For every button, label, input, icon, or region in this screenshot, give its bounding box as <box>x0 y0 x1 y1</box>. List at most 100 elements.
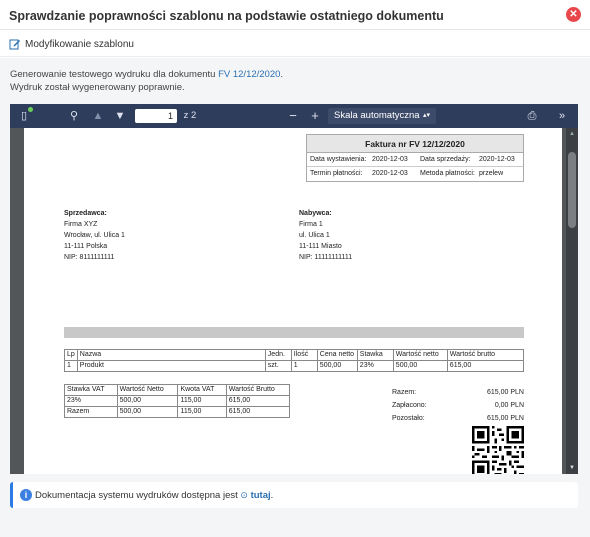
close-icon[interactable]: ✕ <box>566 7 581 22</box>
cell: 500,00 <box>116 406 179 418</box>
summary-value: 615,00 PLN <box>487 389 524 396</box>
cell: 1 <box>290 360 318 372</box>
document-link[interactable]: FV 12/12/2020 <box>218 69 280 80</box>
summary-row: Pozostało: 615,00 PLN <box>392 412 524 425</box>
buyer-city: 11-111 Miasto <box>299 243 342 250</box>
zoom-label: Skala automatyczna <box>334 110 420 121</box>
col-header: Stawka <box>356 349 394 361</box>
issue-date: 2020-12-03 <box>372 156 408 163</box>
seller-street: Wrocław, ul. Ulica 1 <box>64 232 125 239</box>
col-header: Nazwa <box>76 349 266 361</box>
summary-value: 615,00 PLN <box>487 415 524 422</box>
cell: 115,00 <box>177 395 227 407</box>
cell: 115,00 <box>177 406 227 418</box>
buyer-name: Firma 1 <box>299 221 323 228</box>
buyer-nip: NIP: 11111111111 <box>299 254 353 261</box>
summary-row: Razem: 615,00 PLN <box>392 386 524 399</box>
summary-label: Razem: <box>392 389 417 396</box>
table-row: Razem 500,00 115,00 615,00 <box>64 406 291 418</box>
payment-term: 2020-12-03 <box>372 170 408 177</box>
items-header-row: Lp Nazwa Jedn. Ilość Cena netto Stawka W… <box>64 349 525 361</box>
cell: 1 <box>64 360 78 372</box>
summary-row: Zapłacono: 0,00 PLN <box>392 399 524 412</box>
table-row: 1 Produkt szt. 1 500,00 23% 500,00 615,0… <box>64 360 525 372</box>
page-total: z 2 <box>183 110 197 121</box>
notice-text: Dokumentacja systemu wydruków dostępna j… <box>35 490 238 501</box>
seller-name: Firma XYZ <box>64 221 98 228</box>
pdf-scrollbar[interactable]: ▲ ▼ <box>566 128 578 474</box>
sale-date-label: Data sprzedaży: <box>420 156 471 163</box>
cell: 23% <box>64 395 118 407</box>
issue-date-label: Data wystawienia: <box>310 156 367 163</box>
invoice-title: Faktura nr FV 12/12/2020 <box>307 135 523 153</box>
documentation-link[interactable]: tutaj <box>251 490 271 501</box>
col-header: Wartość brutto <box>446 349 525 361</box>
items-table: Lp Nazwa Jedn. Ilość Cena netto Stawka W… <box>64 349 525 372</box>
buyer-street: ul. Ulica 1 <box>299 232 330 239</box>
print-icon[interactable]: ⎙ <box>524 108 540 124</box>
invoice-header-box: Faktura nr FV 12/12/2020 Data wystawieni… <box>306 134 524 182</box>
info-suffix: . <box>280 69 284 80</box>
cell: 500,00 <box>116 395 179 407</box>
cell: 23% <box>356 360 394 372</box>
payment-method: przelew <box>479 170 504 177</box>
seller-nip: NIP: 8111111111 <box>64 254 115 261</box>
page-number-input[interactable]: 1 <box>135 109 177 123</box>
next-page-icon[interactable]: ▼ <box>112 108 128 124</box>
summary-value: 0,00 PLN <box>494 402 524 409</box>
col-header: Lp <box>64 349 78 361</box>
col-header: Kwota VAT <box>177 384 227 396</box>
buyer-heading: Nabywca: <box>299 210 332 217</box>
cell: 615,00 <box>225 395 291 407</box>
info-text: Generowanie testowego wydruku dla dokume… <box>10 68 283 94</box>
edit-icon <box>9 39 20 50</box>
vat-table: Stawka VAT Wartość Netto Kwota VAT Warto… <box>64 384 291 418</box>
cell: 615,00 <box>446 360 525 372</box>
info-prefix: Generowanie testowego wydruku dla dokume… <box>10 69 216 80</box>
scroll-down-icon[interactable]: ▼ <box>569 465 575 471</box>
notification-dot <box>28 107 33 112</box>
col-header: Cena netto <box>316 349 358 361</box>
col-header: Jedn. <box>264 349 292 361</box>
col-header: Stawka VAT <box>64 384 118 396</box>
seller-block: Sprzedawca: Firma XYZ Wrocław, ul. Ulica… <box>64 208 125 263</box>
vat-header-row: Stawka VAT Wartość Netto Kwota VAT Warto… <box>64 384 291 396</box>
section-divider <box>64 327 524 338</box>
documentation-notice: i Dokumentacja systemu wydruków dostępna… <box>10 482 578 508</box>
info-icon: i <box>20 489 32 501</box>
pdf-page: Faktura nr FV 12/12/2020 Data wystawieni… <box>24 128 562 474</box>
prev-page-icon[interactable]: ▲ <box>90 108 106 124</box>
tools-menu-icon[interactable]: » <box>554 108 570 124</box>
cell: szt. <box>264 360 292 372</box>
zoom-in-button[interactable]: + <box>308 108 322 124</box>
search-icon[interactable]: ⚲ <box>66 108 82 124</box>
select-arrows-icon: ▴▾ <box>422 112 430 119</box>
zoom-select[interactable]: Skala automatyczna ▴▾ <box>328 108 436 124</box>
buyer-block: Nabywca: Firma 1 ul. Ulica 1 11-111 Mias… <box>299 208 352 263</box>
col-header: Wartość Brutto <box>225 384 291 396</box>
summary-label: Pozostało: <box>392 415 425 422</box>
cell: Razem <box>64 406 118 418</box>
col-header: Wartość Netto <box>116 384 179 396</box>
col-header: Wartość netto <box>392 349 448 361</box>
scroll-up-icon[interactable]: ▲ <box>569 131 575 137</box>
toolbar: Modyfikowanie szablonu <box>0 31 590 57</box>
success-message: Wydruk został wygenerowany poprawnie. <box>10 82 185 93</box>
qr-code <box>472 426 524 474</box>
dialog-header: Sprawdzanie poprawności szablonu na pods… <box>0 0 590 30</box>
pdf-toolbar: ▯ ⚲ ▲ ▼ 1 z 2 − + Skala automatyczna ▴▾ ⎙… <box>10 104 578 128</box>
table-row: 23% 500,00 115,00 615,00 <box>64 395 291 407</box>
pdf-viewer: ▯ ⚲ ▲ ▼ 1 z 2 − + Skala automatyczna ▴▾ ⎙… <box>10 104 578 474</box>
help-icon: ⊙ <box>240 490 248 500</box>
scrollbar-thumb[interactable] <box>568 152 576 228</box>
summary-label: Zapłacono: <box>392 402 427 409</box>
seller-city: 11-111 Polska <box>64 243 108 250</box>
payment-method-label: Metoda płatności: <box>420 170 475 177</box>
payment-term-label: Termin płatności: <box>310 170 363 177</box>
cell: 500,00 <box>392 360 448 372</box>
col-header: Ilość <box>290 349 318 361</box>
sale-date: 2020-12-03 <box>479 156 515 163</box>
zoom-out-button[interactable]: − <box>286 108 300 124</box>
modify-template-link[interactable]: Modyfikowanie szablonu <box>9 38 134 50</box>
notice-suffix: . <box>270 490 274 501</box>
